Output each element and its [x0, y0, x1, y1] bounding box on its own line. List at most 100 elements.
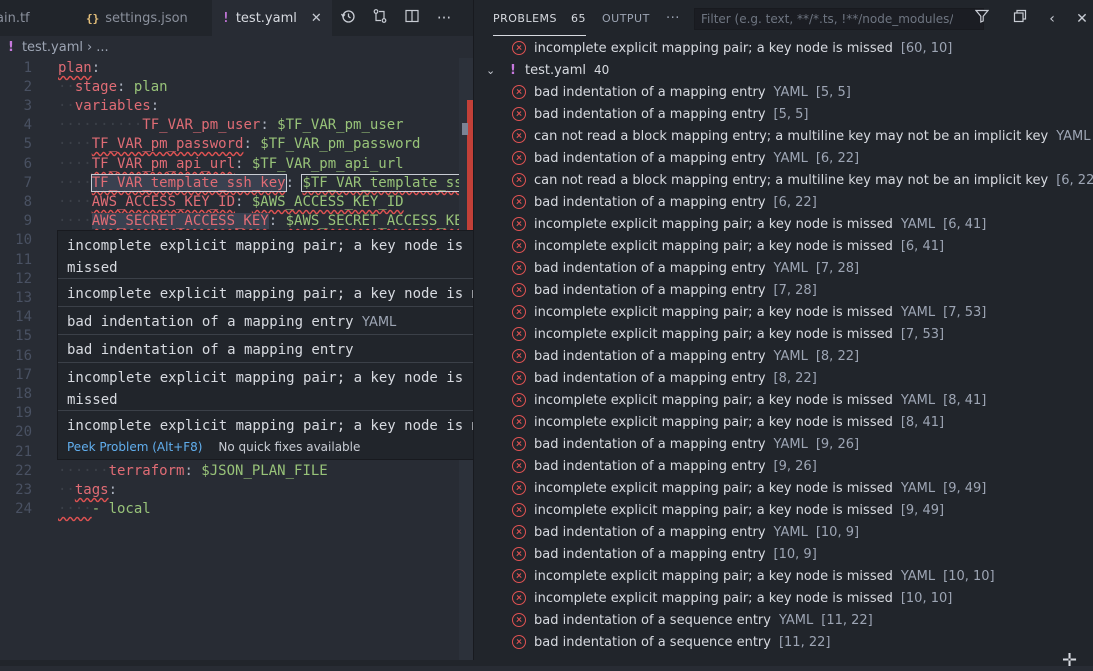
scroll-thumb[interactable] — [462, 123, 468, 135]
close-icon[interactable]: ✕ — [311, 11, 322, 26]
tab-settings-json[interactable]: {} settings.json — [76, 0, 210, 36]
hover-problem-message: bad indentation of a mapping entry — [67, 342, 354, 358]
yaml-key: TF_VAR_pm_user — [142, 117, 261, 133]
collapse-all-icon[interactable] — [1010, 9, 1030, 29]
split-editor-icon[interactable] — [402, 8, 422, 28]
problem-item[interactable]: can not read a block mapping entry; a mu… — [474, 169, 1093, 191]
problem-source: YAML — [900, 568, 936, 584]
yaml-key: TF_VAR_template_ssh_key — [90, 174, 287, 192]
editor-tab-bar: ain.tf {} settings.json ! test.yaml ✕ ··… — [0, 0, 473, 36]
problem-item[interactable]: incomplete explicit mapping pair; a key … — [474, 565, 1093, 587]
problem-item[interactable]: bad indentation of a mapping entry YAML [8… — [474, 345, 1093, 367]
code-line: ····TF_VAR_pm_password: $TF_VAR_pm_passw… — [58, 136, 421, 152]
line-number: 10 — [15, 232, 32, 248]
error-icon — [512, 393, 526, 407]
problem-position: [6, 22] — [815, 150, 860, 166]
code-line: ····TF_VAR_template_ssh_key: $TF_VAR_tem… — [58, 174, 473, 192]
problem-position: [5, 5] — [815, 84, 851, 100]
problem-item[interactable]: bad indentation of a mapping entry YAML [1… — [474, 521, 1093, 543]
problem-item[interactable]: incomplete explicit mapping pair; a key … — [474, 389, 1093, 411]
code-line: ··········TF_VAR_pm_user: $TF_VAR_pm_use… — [58, 117, 404, 133]
problem-message: incomplete explicit mapping pair; a key … — [534, 502, 893, 518]
problem-item[interactable]: incomplete explicit mapping pair; a key … — [474, 587, 1093, 609]
problem-item[interactable]: bad indentation of a mapping entry [8, 22… — [474, 367, 1093, 389]
problem-item[interactable]: incomplete explicit mapping pair; a key … — [474, 477, 1093, 499]
problem-message: incomplete explicit mapping pair; a key … — [534, 480, 893, 496]
problem-item[interactable]: incomplete explicit mapping pair; a key … — [474, 213, 1093, 235]
tab-main-tf[interactable]: ain.tf — [0, 0, 76, 36]
tab-problems[interactable]: PROBLEMS 65 — [493, 0, 587, 36]
tab-output[interactable]: OUTPUT — [602, 0, 650, 36]
problem-item[interactable]: incomplete explicit mapping pair; a key … — [474, 411, 1093, 433]
code-line: ··variables: — [58, 98, 160, 114]
yaml-value: $JSON_PLAN_FILE — [201, 463, 328, 479]
tab-test-yaml[interactable]: ! test.yaml ✕ — [212, 0, 332, 36]
problem-item[interactable]: bad indentation of a sequence entry [11, … — [474, 631, 1093, 653]
problem-source: YAML — [773, 348, 808, 364]
chevron-left-icon[interactable]: ‹ — [1042, 9, 1062, 29]
line-number: 20 — [15, 424, 32, 440]
problem-item[interactable]: bad indentation of a sequence entry YAML [… — [474, 609, 1093, 631]
problem-item[interactable]: bad indentation of a mapping entry [10, 9… — [474, 543, 1093, 565]
problem-item[interactable]: incomplete explicit mapping pair; a key … — [474, 323, 1093, 345]
error-icon — [512, 503, 526, 517]
problem-item[interactable]: bad indentation of a mapping entry [7, 28… — [474, 279, 1093, 301]
problem-item[interactable]: bad indentation of a mapping entry YAML [9… — [474, 433, 1093, 455]
problem-source: YAML — [900, 392, 936, 408]
problem-item[interactable]: bad indentation of a mapping entry [5, 5] — [474, 103, 1093, 125]
problem-message: bad indentation of a mapping entry — [534, 84, 766, 100]
code-line: ····AWS_ACCESS_KEY_ID: $AWS_ACCESS_KEY_I… — [58, 194, 404, 210]
no-quick-fixes-label: No quick fixes available — [218, 440, 361, 454]
problem-item[interactable]: bad indentation of a mapping entry YAML [7… — [474, 257, 1093, 279]
hover-problem-message: incomplete explicit mapping pair; a key … — [67, 418, 473, 434]
problems-list: incomplete explicit mapping pair; a key … — [474, 36, 1093, 666]
problem-position: [9, 49] — [943, 480, 987, 496]
yaml-key: AWS_SECRET_ACCESS_KEY — [91, 213, 269, 229]
problem-message: bad indentation of a mapping entry — [534, 150, 766, 166]
yaml-value: $TF_VAR_template_ssh — [301, 174, 473, 192]
problem-item[interactable]: incomplete explicit mapping pair; a key … — [474, 499, 1093, 521]
problem-position: [7, 53] — [900, 326, 945, 342]
problem-message: bad indentation of a mapping entry — [534, 282, 766, 298]
history-icon[interactable] — [338, 8, 358, 28]
error-icon — [512, 41, 526, 55]
problem-item[interactable]: bad indentation of a mapping entry [9, 26… — [474, 455, 1093, 477]
yaml-key: stage — [74, 79, 118, 95]
problem-item[interactable]: can not read a block mapping entry; a mu… — [474, 125, 1093, 147]
line-number: 19 — [15, 405, 32, 421]
problem-message: bad indentation of a mapping entry — [534, 524, 766, 540]
breadcrumb-file[interactable]: test.yaml — [22, 40, 83, 55]
peek-problem-link[interactable]: Peek Problem (Alt+F8) — [67, 440, 202, 454]
breadcrumb-more[interactable]: ... — [96, 40, 108, 55]
filter-icon[interactable] — [972, 9, 992, 29]
hover-actions: Peek Problem (Alt+F8) No quick fixes ava… — [67, 440, 360, 454]
problem-item[interactable]: bad indentation of a mapping entry [6, 22… — [474, 191, 1093, 213]
problem-source: YAML — [900, 480, 936, 496]
yaml-key: plan — [58, 60, 92, 76]
line-number: 11 — [15, 252, 32, 268]
problem-item[interactable]: bad indentation of a mapping entry YAML [5… — [474, 81, 1093, 103]
problem-position: [11, 22] — [778, 634, 831, 650]
compare-changes-icon[interactable] — [370, 8, 390, 28]
problems-file-name: test.yaml — [525, 62, 587, 78]
yaml-key: TF_VAR_pm_password — [91, 136, 244, 152]
more-actions-icon[interactable]: ··· — [434, 8, 454, 28]
line-number: 14 — [15, 309, 32, 325]
problem-position: [6, 41] — [943, 216, 987, 232]
problem-message: incomplete explicit mapping pair; a key … — [534, 216, 893, 232]
problem-item[interactable]: bad indentation of a mapping entry YAML [6… — [474, 147, 1093, 169]
problem-item[interactable]: incomplete explicit mapping pair; a key … — [474, 301, 1093, 323]
error-icon — [512, 437, 526, 451]
problem-hover-widget: incomplete explicit mapping pair; a key … — [57, 230, 473, 460]
problem-item[interactable]: incomplete explicit mapping pair; a key … — [474, 235, 1093, 257]
more-icon[interactable]: ··· — [666, 0, 680, 36]
problem-item[interactable]: incomplete explicit mapping pair; a key … — [474, 37, 1093, 59]
problem-position: [6, 22] — [773, 194, 817, 210]
error-icon — [512, 635, 526, 649]
close-icon[interactable]: ✕ — [1072, 9, 1092, 29]
yaml-key: variables — [74, 98, 151, 114]
problems-file-group[interactable]: ⌄ ! test.yaml 40 — [474, 59, 1093, 81]
problems-filter-input[interactable] — [694, 8, 984, 30]
problem-source: YAML — [900, 216, 936, 232]
error-icon — [512, 415, 526, 429]
